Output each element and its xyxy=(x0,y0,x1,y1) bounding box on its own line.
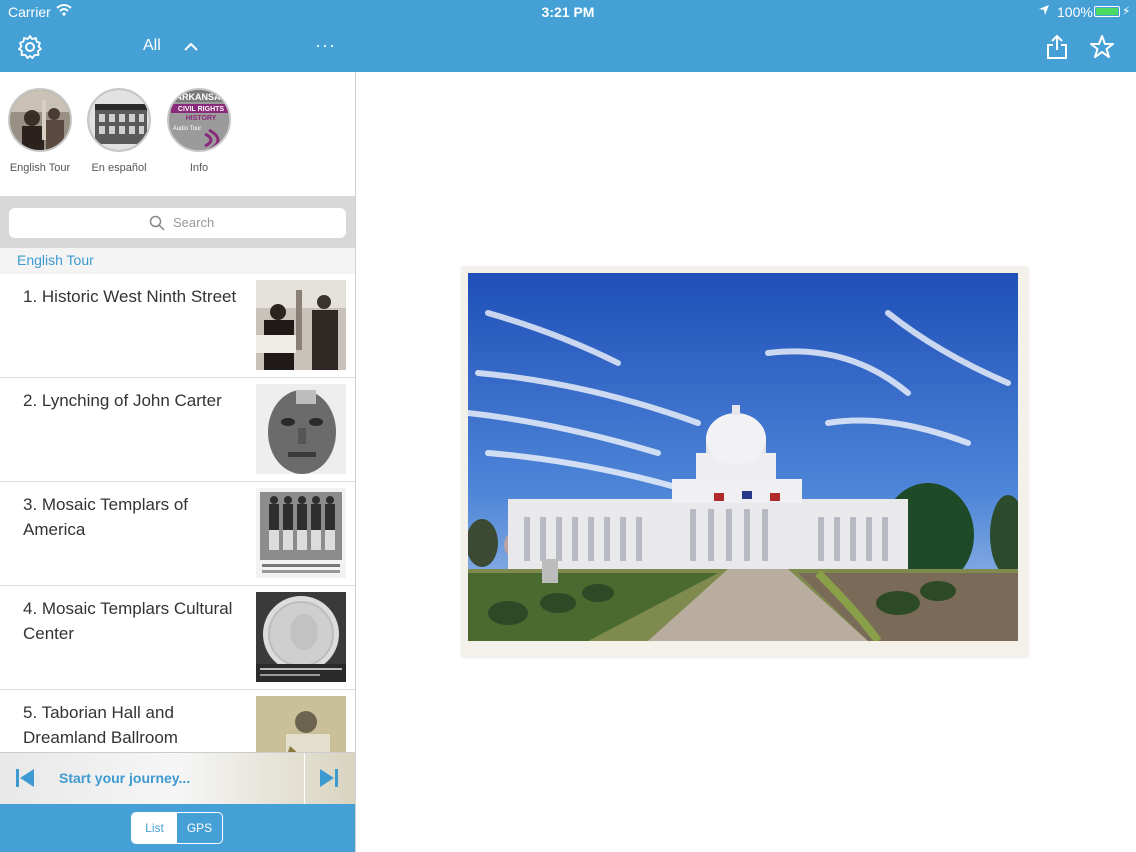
battery-icon xyxy=(1094,6,1120,17)
stop-title: 5. Taborian Hall and Dreamland Ballroom xyxy=(23,703,178,747)
stop-thumbnail xyxy=(256,592,346,682)
gear-icon[interactable] xyxy=(17,34,43,60)
filter-label[interactable]: All xyxy=(143,37,161,55)
stop-title: 2. Lynching of John Carter xyxy=(23,391,222,410)
tour-spanish-image xyxy=(87,88,151,152)
clock: 3:21 PM xyxy=(541,4,595,20)
skip-next-icon[interactable] xyxy=(318,767,340,789)
stop-title: 1. Historic West Ninth Street xyxy=(23,287,237,306)
stop-title: 4. Mosaic Templars Cultural Center xyxy=(23,599,233,643)
stop-thumbnail xyxy=(256,384,346,474)
sidebar: English Tour En español ARKANSAS CIVIL R… xyxy=(0,72,355,852)
bottom-toolbar: List GPS xyxy=(0,804,355,852)
tour-info-logo: ARKANSAS CIVIL RIGHTS HISTORY Audio Tour xyxy=(167,88,231,152)
share-icon[interactable] xyxy=(1045,34,1069,60)
chevron-up-icon[interactable] xyxy=(183,36,199,56)
battery-percent: 100% xyxy=(1057,4,1093,20)
gps-view-button[interactable]: GPS xyxy=(177,813,222,843)
stop-title: 3. Mosaic Templars of America xyxy=(23,495,189,539)
featured-photo xyxy=(462,267,1028,657)
location-arrow-icon xyxy=(1039,5,1049,15)
list-item[interactable]: 1. Historic West Ninth Street xyxy=(0,274,355,378)
stop-thumbnail xyxy=(256,280,346,370)
section-header: English Tour xyxy=(0,248,355,274)
logo-text-4: Audio Tour xyxy=(173,126,202,132)
capitol-building-image xyxy=(468,273,1018,641)
logo-text-1: ARKANSAS xyxy=(175,92,226,102)
tour-english-label: English Tour xyxy=(9,162,71,174)
audio-player: Start your journey... xyxy=(0,752,355,805)
stop-thumbnail xyxy=(256,488,346,578)
search-input[interactable]: Search xyxy=(9,208,346,238)
split-divider xyxy=(355,72,356,852)
search-icon xyxy=(149,215,165,231)
top-bar: Carrier 3:21 PM 100% ⚡ All ··· xyxy=(0,0,1136,72)
tour-spanish-label: En español xyxy=(91,162,147,174)
tour-spanish[interactable]: En español xyxy=(79,88,159,174)
logo-text-2: CIVIL RIGHTS xyxy=(178,106,224,113)
logo-text-3: HISTORY xyxy=(186,115,217,122)
tour-info[interactable]: ARKANSAS CIVIL RIGHTS HISTORY Audio Tour… xyxy=(159,88,239,174)
star-icon[interactable] xyxy=(1089,34,1115,60)
charging-icon: ⚡ xyxy=(1122,4,1131,18)
status-bar: Carrier 3:21 PM 100% ⚡ xyxy=(0,0,1136,22)
view-toggle: List GPS xyxy=(131,812,223,844)
list-item[interactable]: 2. Lynching of John Carter xyxy=(0,378,355,482)
sidebar-nav-bar: All ··· xyxy=(0,22,355,72)
more-icon[interactable]: ··· xyxy=(315,35,336,56)
tour-selector: English Tour En español ARKANSAS CIVIL R… xyxy=(0,72,355,196)
detail-nav-bar xyxy=(356,22,1136,72)
search-placeholder: Search xyxy=(173,215,215,230)
tour-english-image xyxy=(8,88,72,152)
player-separator xyxy=(304,753,305,805)
tour-info-label: Info xyxy=(189,162,209,174)
skip-previous-icon[interactable] xyxy=(14,767,36,789)
list-view-button[interactable]: List xyxy=(132,813,177,843)
tour-english[interactable]: English Tour xyxy=(0,88,80,174)
search-bar: Search xyxy=(0,196,355,248)
list-item[interactable]: 4. Mosaic Templars Cultural Center xyxy=(0,586,355,690)
player-message: Start your journey... xyxy=(59,770,191,786)
list-item[interactable]: 3. Mosaic Templars of America xyxy=(0,482,355,586)
